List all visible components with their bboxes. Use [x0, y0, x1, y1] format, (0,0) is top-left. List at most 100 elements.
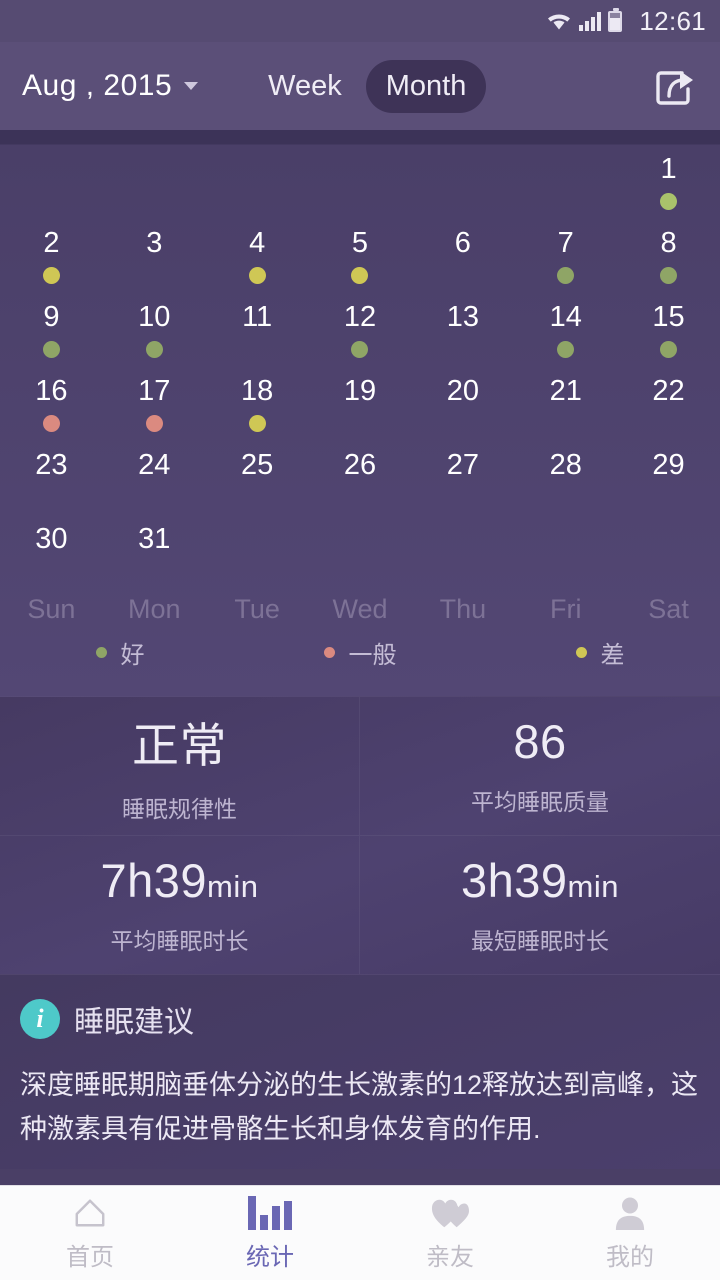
calendar-day-11[interactable]: 11: [206, 296, 309, 370]
calendar-day-4[interactable]: 4: [206, 222, 309, 296]
calendar-day-number: 11: [242, 301, 273, 333]
info-icon: i: [20, 999, 60, 1039]
calendar-day-27[interactable]: 27: [411, 444, 514, 518]
calendar-quality-dot: [557, 341, 575, 358]
nav-item-label: 首页: [66, 1244, 114, 1271]
calendar-day-number: 28: [549, 449, 582, 481]
calendar-day-24[interactable]: 24: [103, 444, 206, 518]
sleep-advice-card: i 睡眠建议 深度睡眠期脑垂体分泌的生长激素的12释放达到高峰，这 种激素具有促…: [0, 974, 720, 1169]
calendar-quality-dot: [248, 415, 266, 432]
calendar-day-13[interactable]: 13: [411, 296, 514, 370]
calendar-day-number: 8: [660, 227, 677, 259]
calendar-day-7[interactable]: 7: [514, 222, 617, 296]
quality-legend: 好 一般 差: [0, 627, 720, 688]
calendar-day-number: 15: [652, 301, 685, 333]
weekday-label: Sat: [648, 594, 689, 624]
stat-value: 3h39min: [461, 853, 619, 908]
share-icon[interactable]: [652, 63, 698, 109]
legend-dot-good: [95, 647, 107, 658]
calendar-day-number: 6: [454, 227, 471, 259]
calendar-quality-dot: [42, 415, 60, 432]
calendar-day-10[interactable]: 10: [103, 296, 206, 370]
calendar-day-31[interactable]: 31: [103, 518, 206, 592]
tab-month[interactable]: Month: [365, 59, 487, 113]
weekday-label: Sun: [27, 594, 76, 624]
calendar-day-number: 19: [343, 375, 377, 407]
calendar-day-8[interactable]: 8: [617, 222, 720, 296]
calendar-quality-dot: [146, 563, 163, 580]
calendar-quality-dot: [146, 267, 163, 284]
calendar-day-14[interactable]: 14: [514, 296, 617, 370]
stat-value-number: 正常: [132, 719, 227, 773]
stat-card-4: 3h39min 最短睡眠时长: [360, 836, 720, 975]
calendar-day-2[interactable]: 2: [0, 222, 103, 296]
calendar-empty-cell: [0, 148, 103, 222]
calendar-day-number: 4: [249, 227, 266, 259]
calendar-day-29[interactable]: 29: [617, 444, 720, 518]
nav-item-2[interactable]: 统计: [180, 1186, 360, 1280]
calendar-day-22[interactable]: 22: [617, 370, 720, 444]
weekday-label: Tue: [234, 594, 280, 624]
stat-label: 最短睡眠时长: [471, 928, 609, 955]
month-label: Aug , 2015: [22, 69, 173, 102]
stat-value-number: 7h39: [100, 854, 208, 908]
nav-item-1[interactable]: 首页: [0, 1186, 180, 1280]
calendar-quality-dot: [249, 341, 266, 358]
weekday-header-row: Sun Mon Tue Wed Thu Fri Sat: [0, 588, 720, 627]
calendar-quality-dot: [660, 415, 677, 432]
advice-title: 睡眠建议: [74, 1006, 194, 1039]
stat-value: 正常: [132, 707, 227, 776]
calendar-section: 1 2 3 4 5 6 7 8 9 10 11 12 13 14 15 16 17 18 19 20 21 22 23 24 2…: [0, 130, 720, 696]
calendar-quality-dot: [43, 489, 60, 506]
calendar-day-6[interactable]: 6: [411, 222, 514, 296]
range-segmented-control: Week Month: [248, 59, 487, 113]
calendar-grid: 1 2 3 4 5 6 7 8 9 10 11 12 13 14 15 16 17 18 19 20 21 22 23 24 2…: [0, 148, 720, 592]
calendar-day-28[interactable]: 28: [514, 444, 617, 518]
calendar-day-5[interactable]: 5: [309, 222, 412, 296]
calendar-quality-dot: [351, 267, 369, 284]
calendar-day-21[interactable]: 21: [514, 370, 617, 444]
calendar-day-9[interactable]: 9: [0, 296, 103, 370]
calendar-day-number: 26: [343, 449, 377, 481]
calendar-day-30[interactable]: 30: [0, 518, 103, 592]
calendar-day-20[interactable]: 20: [411, 370, 514, 444]
calendar-day-1[interactable]: 1: [617, 148, 720, 222]
person-icon: [614, 1194, 646, 1230]
calendar-day-number: 14: [549, 301, 582, 333]
calendar-day-number: 16: [35, 375, 68, 407]
calendar-quality-dot: [351, 489, 368, 506]
calendar-day-number: 25: [241, 449, 274, 481]
calendar-day-12[interactable]: 12: [309, 296, 412, 370]
legend-item-fair: 一般: [240, 635, 480, 670]
month-selector[interactable]: Aug , 2015: [22, 69, 199, 103]
calendar-quality-dot: [660, 489, 677, 506]
calendar-day-19[interactable]: 19: [309, 370, 412, 444]
tab-week[interactable]: Week: [248, 60, 362, 113]
calendar-day-16[interactable]: 16: [0, 370, 103, 444]
calendar-day-number: 7: [557, 227, 574, 259]
stat-label: 平均睡眠质量: [471, 789, 609, 816]
calendar-day-3[interactable]: 3: [103, 222, 206, 296]
nav-item-3[interactable]: 亲友: [360, 1186, 540, 1280]
battery-icon: [608, 7, 623, 32]
calendar-day-26[interactable]: 26: [309, 444, 412, 518]
status-time: 12:61: [639, 5, 706, 36]
calendar-empty-cell: [309, 148, 412, 222]
calendar-day-number: 21: [549, 375, 582, 407]
calendar-day-23[interactable]: 23: [0, 444, 103, 518]
calendar-day-18[interactable]: 18: [206, 370, 309, 444]
calendar-day-17[interactable]: 17: [103, 370, 206, 444]
calendar-day-25[interactable]: 25: [206, 444, 309, 518]
calendar-quality-dot: [454, 341, 471, 358]
stat-card-3: 7h39min 平均睡眠时长: [0, 835, 360, 974]
nav-item-4[interactable]: 我的: [540, 1186, 720, 1280]
calendar-day-number: 24: [138, 449, 171, 481]
calendar-quality-dot: [146, 489, 163, 506]
weekday-label: Wed: [332, 594, 388, 624]
weekday-label: Fri: [549, 594, 582, 624]
status-icons: 12:61: [546, 6, 706, 37]
calendar-quality-dot: [42, 341, 60, 358]
calendar-day-number: 27: [446, 449, 479, 481]
calendar-day-15[interactable]: 15: [617, 296, 720, 370]
app-root: 12:61 Aug , 2015 Week Month 1 2 3 4 5 6 7 8 9 10 1…: [0, 0, 720, 1280]
